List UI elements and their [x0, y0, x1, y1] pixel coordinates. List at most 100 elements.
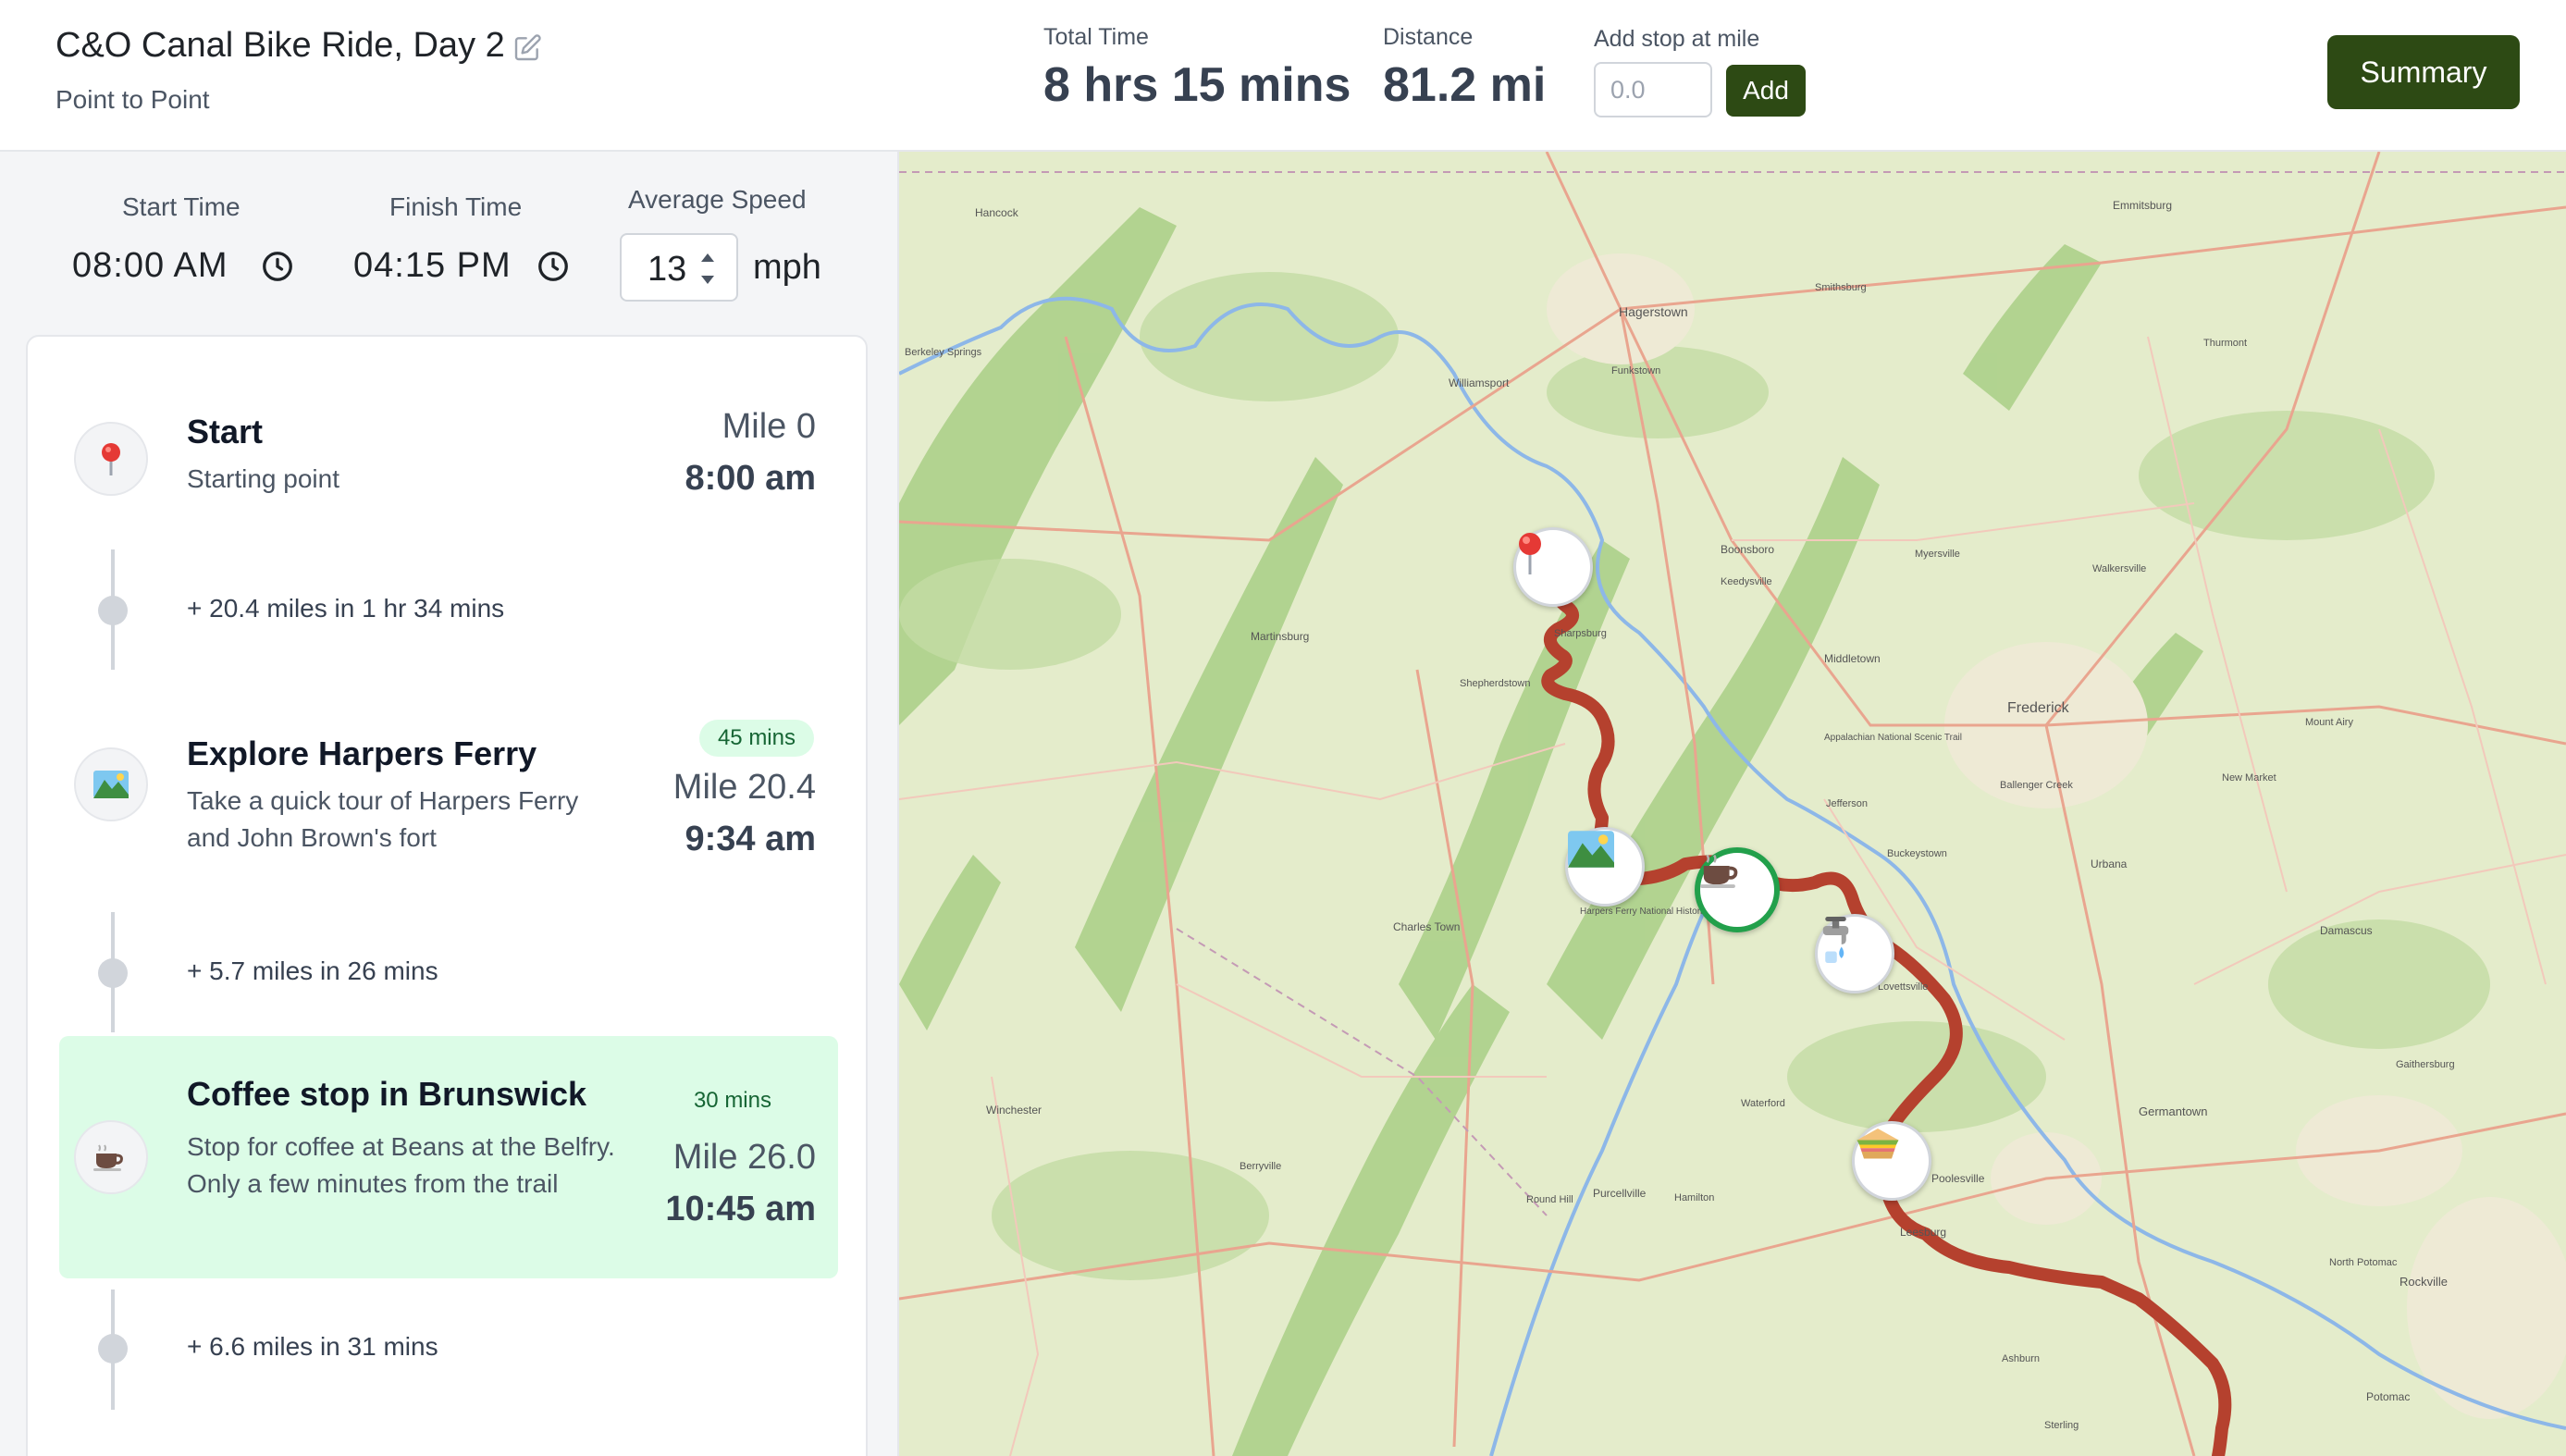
average-speed-input[interactable]: 13 — [620, 233, 738, 302]
stepper-down-icon[interactable] — [701, 276, 714, 284]
stepper-up-icon[interactable] — [701, 253, 714, 262]
map-label: Hancock — [975, 206, 1019, 219]
map-label: Buckeystown — [1887, 848, 1947, 859]
map-pin-icon[interactable] — [74, 422, 148, 496]
start-time-label: Start Time — [122, 192, 241, 221]
edit-icon[interactable] — [512, 33, 542, 63]
map-label: Walkersville — [2092, 563, 2146, 574]
route-segment: + 20.4 miles in 1 hr 34 mins — [59, 549, 838, 670]
sandwich-icon[interactable] — [1852, 1121, 1931, 1201]
itinerary-list: Start Starting point Mile 0 8:00 am + 20… — [26, 335, 868, 1456]
map-label: Damascus — [2320, 924, 2373, 937]
water-tap-icon[interactable] — [1815, 914, 1894, 993]
map-label: Williamsport — [1449, 376, 1510, 389]
map-label: Ashburn — [2002, 1353, 2040, 1364]
map-label: Gaithersburg — [2396, 1059, 2455, 1070]
segment-dot — [98, 958, 128, 988]
map-label: Myersville — [1915, 549, 1960, 560]
map-label: Thurmont — [2203, 338, 2247, 349]
map-label: North Potomac — [2329, 1257, 2398, 1268]
stop-mile: Mile 20.4 — [672, 768, 816, 807]
add-stop-button[interactable]: Add — [1726, 65, 1806, 117]
distance-label: Distance — [1383, 24, 1474, 50]
segment-text: + 20.4 miles in 1 hr 34 mins — [187, 594, 505, 623]
map-label: Appalachian National Scenic Trail — [1824, 733, 1962, 743]
speed-stepper[interactable] — [697, 244, 720, 292]
add-stop-mile-input[interactable] — [1594, 62, 1712, 117]
map-label: Sharpsburg — [1554, 628, 1607, 639]
clock-icon[interactable] — [537, 250, 570, 283]
average-speed-value: 13 — [648, 250, 687, 289]
landscape-icon[interactable] — [74, 747, 148, 821]
segment-text: + 5.7 miles in 26 mins — [187, 956, 438, 985]
map-label: Charles Town — [1393, 920, 1460, 933]
route-segment: + 6.6 miles in 31 mins — [59, 1289, 838, 1410]
map-label: Urbana — [2091, 858, 2128, 870]
map-label: Funkstown — [1611, 365, 1660, 376]
stop-mile: Mile 0 — [722, 407, 816, 446]
top-header: C&O Canal Bike Ride, Day 2 Point to Poin… — [0, 0, 2566, 152]
stop-title[interactable]: Explore Harpers Ferry — [187, 734, 537, 773]
map-pin-icon[interactable] — [1513, 527, 1593, 607]
average-speed-label: Average Speed — [628, 185, 807, 214]
map-label: Emmitsburg — [2113, 199, 2172, 212]
map-label: Lovettsville — [1878, 981, 1928, 993]
stop-mile: Mile 26.0 — [672, 1138, 816, 1177]
map-label: Waterford — [1741, 1098, 1785, 1109]
map-label: Ballenger Creek — [2000, 780, 2073, 791]
total-time-value: 8 hrs 15 mins — [1043, 58, 1351, 112]
summary-button[interactable]: Summary — [2327, 35, 2520, 109]
total-time-label: Total Time — [1043, 24, 1149, 50]
stop-time: 10:45 am — [665, 1190, 816, 1228]
map-label: Germantown — [2139, 1104, 2207, 1118]
stop-time: 8:00 am — [685, 459, 816, 498]
map-label: Frederick — [2007, 700, 2070, 716]
map-label: Poolesville — [1931, 1172, 1985, 1185]
stop-description: Starting point — [187, 464, 339, 493]
map-canvas[interactable]: Hagerstown Frederick Martinsburg Charles… — [899, 152, 2566, 1456]
finish-time-label: Finish Time — [389, 192, 523, 221]
itinerary-sidebar: Start Time 08:00 AM Finish Time 04:15 PM… — [0, 152, 899, 1456]
speed-unit: mph — [753, 248, 821, 287]
map-label: Jefferson — [1826, 798, 1868, 809]
map-label: Boonsboro — [1721, 543, 1774, 556]
list-item[interactable]: Start Starting point Mile 0 8:00 am — [59, 394, 838, 533]
segment-text: + 6.6 miles in 31 mins — [187, 1332, 438, 1361]
route-map[interactable]: Hagerstown Frederick Martinsburg Charles… — [899, 152, 2566, 1456]
map-label: Martinsburg — [1251, 630, 1309, 643]
finish-time-input[interactable]: 04:15 PM — [353, 246, 512, 286]
list-item[interactable]: Explore Harpers Ferry Take a quick tour … — [59, 710, 838, 895]
map-label: New Market — [2222, 772, 2276, 784]
route-segment: + 5.7 miles in 26 mins — [59, 912, 838, 1032]
map-label: Smithsburg — [1815, 282, 1867, 293]
coffee-icon[interactable] — [74, 1120, 148, 1194]
map-label: Winchester — [986, 1104, 1042, 1117]
map-label: Berryville — [1240, 1161, 1281, 1172]
clock-icon[interactable] — [261, 250, 294, 283]
stop-title[interactable]: Start — [187, 413, 263, 451]
map-label: Hamilton — [1674, 1192, 1714, 1203]
stop-time: 9:34 am — [685, 820, 816, 858]
map-label: Potomac — [2366, 1390, 2410, 1403]
map-label: Leesburg — [1900, 1226, 1946, 1239]
stop-description: Stop for coffee at Beans at the Belfry. … — [187, 1132, 615, 1198]
map-label: Rockville — [2399, 1275, 2448, 1289]
duration-badge: 45 mins — [698, 720, 814, 757]
trip-title: C&O Canal Bike Ride, Day 2 — [56, 26, 505, 65]
map-label: Berkeley Springs — [905, 347, 982, 358]
map-label: Sterling — [2044, 1420, 2079, 1431]
list-item-selected[interactable]: Coffee stop in Brunswick Stop for coffee… — [59, 1036, 838, 1278]
map-label: Shepherdstown — [1460, 678, 1530, 689]
map-label: Hagerstown — [1619, 304, 1688, 319]
map-label: Purcellville — [1593, 1187, 1647, 1200]
segment-dot — [98, 1334, 128, 1363]
duration-badge: 30 mins — [693, 1088, 771, 1113]
stop-title[interactable]: Coffee stop in Brunswick — [187, 1075, 586, 1114]
landscape-icon[interactable] — [1565, 827, 1645, 907]
coffee-icon[interactable] — [1695, 847, 1780, 932]
trip-subtitle: Point to Point — [56, 85, 210, 114]
map-label: Round Hill — [1526, 1194, 1573, 1205]
distance-value: 81.2 mi — [1383, 58, 1547, 112]
start-time-input[interactable]: 08:00 AM — [72, 246, 228, 286]
map-label: Mount Airy — [2305, 717, 2353, 728]
